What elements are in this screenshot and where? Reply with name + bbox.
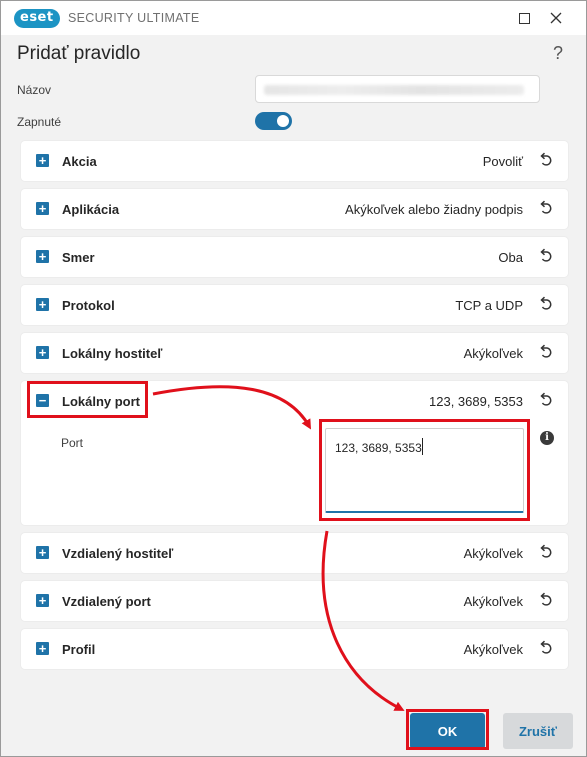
rule-row-vzdialeny-hostitel[interactable]: + Vzdialený hostiteľ Akýkoľvek (21, 533, 568, 573)
undo-icon[interactable] (538, 296, 554, 312)
rule-row-smer[interactable]: + Smer Oba (21, 237, 568, 277)
rule-row-protokol[interactable]: + Protokol TCP a UDP (21, 285, 568, 325)
eset-logo: eset (14, 8, 64, 28)
undo-icon[interactable] (538, 392, 554, 408)
undo-icon[interactable] (538, 344, 554, 360)
close-button[interactable] (541, 1, 571, 35)
undo-icon[interactable] (538, 152, 554, 168)
rule-row-akcia[interactable]: + Akcia Povoliť (21, 141, 568, 181)
name-label: Názov (17, 83, 52, 97)
maximize-icon (518, 12, 530, 24)
port-label: Port (61, 436, 84, 450)
undo-icon[interactable] (538, 592, 554, 608)
rule-label: Vzdialený hostiteľ (62, 546, 174, 561)
rule-label: Protokol (62, 298, 115, 313)
rule-value: Oba (498, 250, 523, 265)
rule-label: Aplikácia (62, 202, 120, 217)
dialog-title: Pridať pravidlo (17, 43, 141, 64)
rule-value: Povoliť (482, 154, 523, 169)
undo-icon[interactable] (538, 544, 554, 560)
enabled-label: Zapnuté (17, 115, 62, 129)
name-value-obscured (264, 85, 524, 95)
rule-label: Profil (62, 642, 96, 657)
rule-row-lokalny-hostitel[interactable]: + Lokálny hostiteľ Akýkoľvek (21, 333, 568, 373)
close-icon (550, 12, 562, 24)
dialog-window: eset SECURITY ULTIMATE Pridať pravidlo ?… (0, 0, 587, 757)
plus-icon[interactable]: + (36, 202, 49, 215)
rule-value: Akýkoľvek (463, 642, 523, 657)
rule-row-profil[interactable]: + Profil Akýkoľvek (21, 629, 568, 669)
logo-text: eset (14, 8, 60, 28)
rule-label: Akcia (62, 154, 97, 169)
rule-value: 123, 3689, 5353 (429, 394, 523, 409)
enabled-toggle[interactable] (255, 112, 292, 130)
rule-label: Lokálny hostiteľ (62, 346, 163, 361)
rule-value: Akýkoľvek (463, 346, 523, 361)
plus-icon[interactable]: + (36, 250, 49, 263)
undo-icon[interactable] (538, 640, 554, 656)
rule-value: Akýkoľvek alebo žiadny podpis (345, 202, 523, 217)
rule-label: Vzdialený port (62, 594, 151, 609)
annotation-box-local-port (27, 381, 148, 418)
rule-row-aplikacia[interactable]: + Aplikácia Akýkoľvek alebo žiadny podpi… (21, 189, 568, 229)
name-input[interactable] (255, 75, 540, 103)
plus-icon[interactable]: + (36, 642, 49, 655)
info-icon[interactable]: i (540, 431, 554, 445)
rule-value: Akýkoľvek (463, 546, 523, 561)
app-title: SECURITY ULTIMATE (68, 11, 200, 25)
plus-icon[interactable]: + (36, 594, 49, 607)
toggle-knob (277, 115, 289, 127)
plus-icon[interactable]: + (36, 346, 49, 359)
maximize-button[interactable] (509, 1, 539, 35)
help-icon[interactable]: ? (553, 43, 563, 64)
rule-row-vzdialeny-port[interactable]: + Vzdialený port Akýkoľvek (21, 581, 568, 621)
rule-value: Akýkoľvek (463, 594, 523, 609)
annotation-box-ok (406, 709, 489, 750)
title-bar: eset SECURITY ULTIMATE (1, 1, 586, 35)
plus-icon[interactable]: + (36, 154, 49, 167)
rule-label: Smer (62, 250, 95, 265)
undo-icon[interactable] (538, 248, 554, 264)
annotation-box-port-input (319, 419, 530, 521)
undo-icon[interactable] (538, 200, 554, 216)
cancel-button[interactable]: Zrušiť (503, 713, 573, 749)
plus-icon[interactable]: + (36, 546, 49, 559)
rule-value: TCP a UDP (455, 298, 523, 313)
plus-icon[interactable]: + (36, 298, 49, 311)
